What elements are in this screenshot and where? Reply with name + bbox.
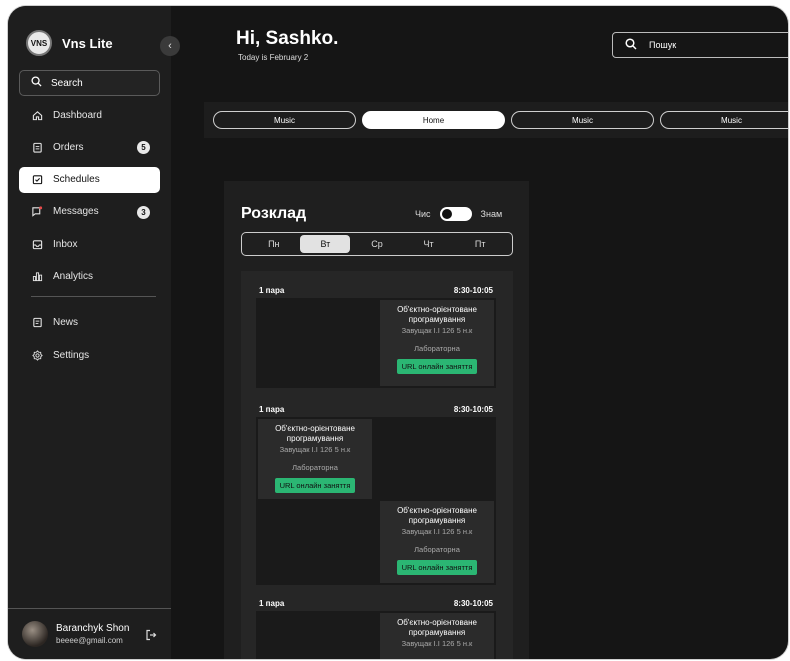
sidebar-item-label: Orders — [53, 141, 84, 153]
orders-count-badge: 5 — [137, 141, 150, 155]
bar-chart-icon — [31, 270, 43, 282]
lesson-slot: 1 пара 8:30-10:05 Об'єктно-орієнтоване п… — [256, 599, 496, 659]
online-class-link[interactable]: URL онлайн заняття — [396, 560, 478, 575]
home-icon — [31, 109, 43, 121]
day-tab-mon[interactable]: Пн — [249, 235, 299, 253]
day-tab-tue[interactable]: Вт — [300, 235, 351, 253]
message-icon — [31, 206, 43, 218]
pair-number: 1 пара — [259, 405, 285, 414]
news-icon — [31, 317, 43, 329]
sidebar-item-label: Settings — [53, 349, 90, 361]
pair-number: 1 пара — [259, 599, 285, 608]
lesson-subject: Об'єктно-орієнтоване програмування — [275, 424, 355, 443]
pair-number: 1 пара — [259, 286, 285, 295]
lesson-room: Завущак І.І 126 5 н.к — [279, 445, 351, 454]
schedule-panel: Розклад Чис Знам Пн Вт Ср Чт Пт 1 пара 8… — [224, 181, 529, 659]
sidebar: VNS Vns Lite Search Dashboard Orders 5 S… — [8, 6, 171, 659]
lesson-subject: Об'єктно-орієнтоване програмування — [397, 618, 477, 637]
logout-icon[interactable] — [145, 629, 157, 644]
day-tab-thu[interactable]: Чт — [404, 235, 454, 253]
sidebar-item-label: Analytics — [53, 270, 94, 282]
pair-time: 8:30-10:05 — [453, 599, 493, 608]
schedule-list: 1 пара 8:30-10:05 Об'єктно-орієнтоване п… — [241, 271, 513, 659]
search-placeholder: Пошук — [649, 40, 677, 50]
sidebar-item-inbox[interactable]: Inbox — [19, 231, 160, 257]
page-greeting: Hi, Sashko. — [236, 28, 339, 49]
day-tab-wed[interactable]: Ср — [352, 235, 402, 253]
profile-name: Baranchyk Shon — [56, 623, 130, 634]
clipboard-icon — [31, 141, 43, 153]
lesson-room: Завущак І.І 126 5 н.к — [401, 639, 473, 648]
today-date: Today is February 2 — [238, 53, 309, 62]
search-icon — [625, 38, 637, 52]
sidebar-item-orders[interactable]: Orders 5 — [19, 134, 160, 160]
app-logo: VNS — [26, 30, 52, 56]
lesson-card: Об'єктно-орієнтоване програмування Завущ… — [258, 419, 372, 499]
brand[interactable]: VNS Vns Lite — [26, 30, 113, 56]
online-class-link[interactable]: URL онлайн заняття — [274, 478, 356, 493]
sidebar-item-label: Messages — [53, 206, 99, 218]
sidebar-divider — [31, 295, 156, 297]
day-tab-fri[interactable]: Пт — [455, 235, 505, 253]
sidebar-item-analytics[interactable]: Analytics — [19, 263, 160, 289]
sidebar-item-schedules[interactable]: Schedules — [19, 166, 160, 193]
lesson-room: Завущак І.І 126 5 н.к — [401, 326, 473, 335]
user-profile[interactable]: Baranchyk Shon beeee@gmail.com — [22, 621, 129, 647]
app-name: Vns Lite — [62, 35, 113, 51]
schedule-title: Розклад — [241, 205, 307, 222]
sidebar-item-label: Dashboard — [53, 109, 102, 121]
app-window: VNS Vns Lite Search Dashboard Orders 5 S… — [8, 6, 788, 659]
sidebar-item-label: News — [53, 317, 79, 329]
lesson-slot: 1 пара 8:30-10:05 Об'єктно-орієнтоване п… — [256, 286, 496, 388]
profile-email: beeee@gmail.com — [56, 636, 123, 645]
tab-music-3[interactable]: Music — [660, 111, 788, 129]
lesson-subject: Об'єктно-орієнтоване програмування — [397, 305, 477, 324]
sidebar-item-messages[interactable]: Messages 3 — [19, 199, 160, 225]
lesson-slot: 1 пара 8:30-10:05 Об'єктно-орієнтоване п… — [256, 405, 496, 585]
collapse-sidebar-button[interactable]: ‹ — [160, 36, 180, 56]
sidebar-nav: Dashboard Orders 5 Schedules Messages 3 … — [19, 102, 160, 374]
tab-music-1[interactable]: Music — [213, 111, 356, 129]
sidebar-item-dashboard[interactable]: Dashboard — [19, 102, 160, 128]
lesson-kind: Лабораторна — [414, 344, 460, 353]
pair-time: 8:30-10:05 — [453, 405, 493, 414]
lesson-subject: Об'єктно-орієнтоване програмування — [397, 506, 477, 525]
lesson-card: Об'єктно-орієнтоване програмування Завущ… — [380, 501, 494, 583]
pair-time: 8:30-10:05 — [453, 286, 493, 295]
search-icon — [31, 76, 42, 90]
tab-home[interactable]: Home — [362, 111, 505, 129]
inbox-icon — [31, 238, 43, 250]
lesson-card: Об'єктно-орієнтоване програмування Завущ… — [380, 613, 494, 659]
online-class-link[interactable]: URL онлайн заняття — [396, 359, 478, 374]
search-input[interactable]: Пошук — [612, 32, 788, 58]
lesson-kind: Лабораторна — [292, 463, 338, 472]
week-type-switch[interactable] — [439, 207, 472, 221]
lesson-kind: Лабораторна — [414, 545, 460, 554]
avatar — [22, 621, 48, 647]
chevron-left-icon: ‹ — [168, 40, 172, 52]
profile-divider — [8, 608, 171, 609]
toggle-left-label: Чис — [415, 209, 431, 219]
lesson-card: Об'єктно-орієнтоване програмування Завущ… — [380, 300, 494, 386]
messages-count-badge: 3 — [137, 205, 150, 219]
lesson-room: Завущак І.І 126 5 н.к — [401, 527, 473, 536]
tab-strip: Music Home Music Music — [204, 102, 788, 138]
sidebar-search[interactable]: Search — [19, 70, 160, 96]
tab-music-2[interactable]: Music — [511, 111, 654, 129]
gear-icon — [31, 349, 43, 361]
toggle-right-label: Знам — [480, 209, 503, 219]
day-selector: Пн Вт Ср Чт Пт — [241, 232, 513, 256]
week-type-toggle: Чис Знам — [415, 207, 502, 221]
sidebar-search-label: Search — [51, 77, 83, 89]
sidebar-item-news[interactable]: News — [19, 310, 160, 336]
sidebar-item-label: Schedules — [53, 174, 100, 186]
sidebar-item-label: Inbox — [53, 238, 78, 250]
sidebar-item-settings[interactable]: Settings — [19, 342, 160, 368]
calendar-check-icon — [31, 174, 43, 186]
